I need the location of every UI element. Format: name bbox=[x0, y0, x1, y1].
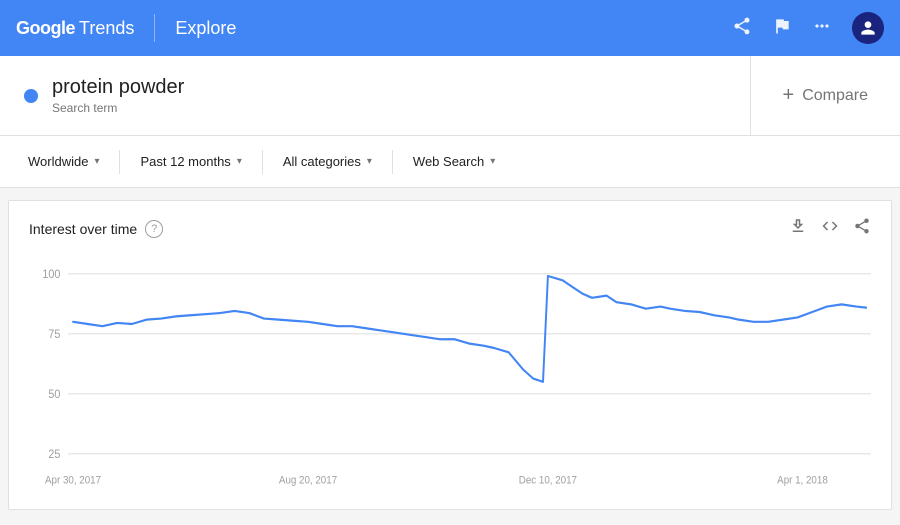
time-filter-label: Past 12 months bbox=[140, 154, 230, 169]
svg-text:50: 50 bbox=[48, 389, 60, 402]
header-actions bbox=[732, 12, 884, 44]
logo-google: Google bbox=[16, 18, 75, 39]
category-chevron-icon: ▾ bbox=[367, 156, 372, 167]
filter-separator-2 bbox=[262, 150, 263, 174]
svg-text:75: 75 bbox=[48, 329, 60, 342]
filter-separator-1 bbox=[119, 150, 120, 174]
svg-text:100: 100 bbox=[42, 269, 60, 282]
time-chevron-icon: ▾ bbox=[237, 156, 242, 167]
search-term-block: protein powder Search term bbox=[0, 56, 751, 135]
region-filter[interactable]: Worldwide ▾ bbox=[16, 146, 111, 177]
logo: Google Trends bbox=[16, 18, 134, 39]
search-term: protein powder bbox=[52, 76, 184, 99]
search-type: Search term bbox=[52, 101, 184, 115]
svg-text:Apr 30, 2017: Apr 30, 2017 bbox=[45, 475, 101, 487]
chart-line-svg: 100 75 50 25 Apr 30, 2017 Aug 20, 2017 D… bbox=[29, 252, 871, 492]
app-header: Google Trends Explore bbox=[0, 0, 900, 56]
embed-icon[interactable] bbox=[821, 217, 839, 240]
search-type-filter[interactable]: Web Search ▾ bbox=[401, 146, 507, 177]
svg-text:25: 25 bbox=[48, 449, 60, 462]
filter-separator-3 bbox=[392, 150, 393, 174]
svg-text:Dec 10, 2017: Dec 10, 2017 bbox=[519, 475, 577, 487]
type-chevron-icon: ▾ bbox=[490, 156, 495, 167]
compare-button[interactable]: + Compare bbox=[751, 56, 900, 135]
category-filter[interactable]: All categories ▾ bbox=[271, 146, 384, 177]
chart-header: Interest over time ? bbox=[29, 217, 871, 240]
search-dot bbox=[24, 89, 38, 103]
search-text-block: protein powder Search term bbox=[52, 76, 184, 115]
compare-plus-icon: + bbox=[783, 84, 795, 107]
flag-icon[interactable] bbox=[772, 16, 792, 41]
chart-svg: 100 75 50 25 Apr 30, 2017 Aug 20, 2017 D… bbox=[29, 252, 871, 492]
region-filter-label: Worldwide bbox=[28, 154, 88, 169]
share-chart-icon[interactable] bbox=[853, 217, 871, 240]
header-divider bbox=[154, 14, 155, 42]
category-filter-label: All categories bbox=[283, 154, 361, 169]
chart-title-group: Interest over time ? bbox=[29, 220, 163, 238]
download-icon[interactable] bbox=[789, 217, 807, 240]
chart-title: Interest over time bbox=[29, 221, 137, 237]
search-type-filter-label: Web Search bbox=[413, 154, 484, 169]
region-chevron-icon: ▾ bbox=[94, 156, 99, 167]
chart-actions bbox=[789, 217, 871, 240]
svg-text:Apr 1, 2018: Apr 1, 2018 bbox=[777, 475, 828, 487]
avatar[interactable] bbox=[852, 12, 884, 44]
page-title: Explore bbox=[175, 18, 236, 39]
chart-container: Interest over time ? bbox=[8, 200, 892, 510]
logo-trends: Trends bbox=[79, 18, 134, 39]
search-area: protein powder Search term + Compare bbox=[0, 56, 900, 136]
time-filter[interactable]: Past 12 months ▾ bbox=[128, 146, 253, 177]
compare-label: Compare bbox=[802, 87, 868, 105]
svg-text:Aug 20, 2017: Aug 20, 2017 bbox=[279, 475, 337, 487]
chart-help-icon[interactable]: ? bbox=[145, 220, 163, 238]
grid-icon[interactable] bbox=[812, 16, 832, 41]
filters-bar: Worldwide ▾ Past 12 months ▾ All categor… bbox=[0, 136, 900, 188]
share-icon[interactable] bbox=[732, 16, 752, 41]
